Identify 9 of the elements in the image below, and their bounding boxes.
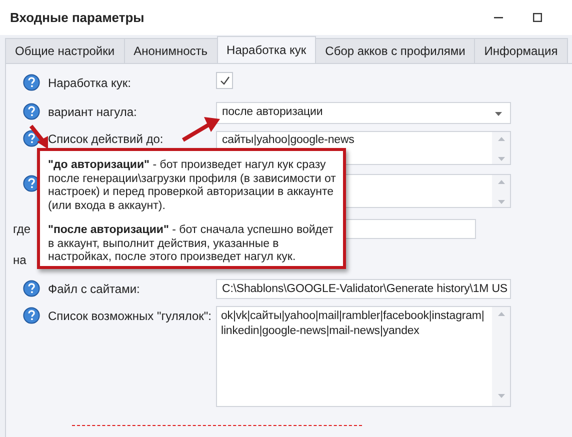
field-label: вариант нагула: [48, 105, 137, 119]
field-label: Наработка кук: [48, 76, 131, 90]
field-label: Список возможных "гулялок": [48, 309, 212, 323]
window-title: Входные параметры [10, 10, 146, 25]
field-label: Список действий до: [48, 132, 164, 146]
field-label: Файл с сайтами: [48, 282, 140, 296]
callout-text: "после авторизации" - бот сначала успешно войдет в аккаунт, выполнит действия, указанные в настройках, после этого произведет нагул кук. [48, 224, 334, 264]
field-label: где [13, 222, 31, 236]
field-label: на [13, 253, 26, 267]
